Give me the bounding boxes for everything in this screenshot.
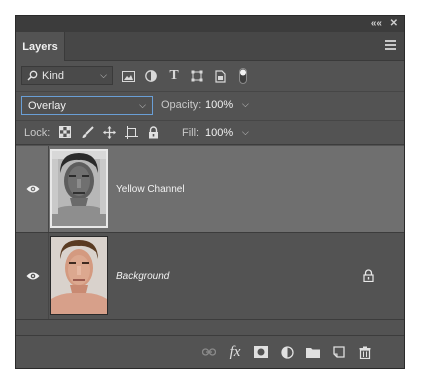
- panel-menu-icon[interactable]: [385, 40, 396, 52]
- eye-icon[interactable]: [26, 270, 40, 282]
- layer-name[interactable]: Background: [116, 271, 169, 282]
- lock-all-icon[interactable]: [145, 124, 161, 140]
- layers-panel: «« ✕ Layers Kind ⌵ T Overlay ⌵ Opacity: …: [15, 15, 405, 369]
- divider: [48, 146, 49, 232]
- divider: [16, 91, 404, 92]
- lock-transparent-pixels-icon[interactable]: [57, 124, 73, 140]
- panel-tab-row: Layers: [16, 32, 404, 61]
- new-group-icon[interactable]: [305, 344, 321, 360]
- fill-label: Fill:: [182, 127, 200, 139]
- opacity-chevron-icon[interactable]: ⌵: [242, 99, 249, 110]
- layer-row-background[interactable]: Background: [16, 233, 404, 320]
- lock-icons: [57, 124, 161, 140]
- lock-image-pixels-icon[interactable]: [79, 124, 95, 140]
- new-adjustment-icon[interactable]: [279, 344, 295, 360]
- lock-label: Lock:: [24, 127, 51, 139]
- blend-mode-value: Overlay: [28, 99, 66, 112]
- bottom-icons: fx: [201, 344, 373, 360]
- layer-name[interactable]: Yellow Channel: [116, 184, 185, 195]
- fx-icon[interactable]: fx: [227, 344, 243, 360]
- filter-icons: T: [120, 68, 251, 84]
- fill-chevron-icon[interactable]: ⌵: [242, 127, 249, 138]
- kind-filter-select[interactable]: Kind ⌵: [21, 66, 113, 85]
- close-icon[interactable]: ✕: [390, 18, 398, 29]
- layers-bottom-toolbar: fx: [16, 335, 404, 368]
- fx-label: fx: [229, 343, 241, 360]
- add-mask-icon[interactable]: [253, 344, 269, 360]
- kind-filter-label: Kind: [42, 69, 65, 82]
- delete-layer-icon[interactable]: [357, 344, 373, 360]
- shape-filter-icon[interactable]: [189, 68, 205, 84]
- opacity-label: Opacity:: [161, 99, 202, 111]
- divider: [16, 120, 404, 121]
- new-layer-icon[interactable]: [331, 344, 347, 360]
- divider: [16, 144, 404, 145]
- image-filter-icon[interactable]: [120, 68, 136, 84]
- type-filter-icon[interactable]: T: [166, 68, 182, 84]
- lock-artboard-icon[interactable]: [123, 124, 139, 140]
- smart-object-filter-icon[interactable]: [212, 68, 228, 84]
- search-icon: [27, 70, 38, 81]
- chevron-down-icon: ⌵: [100, 70, 107, 80]
- divider: [48, 233, 49, 319]
- lock-icon[interactable]: [363, 269, 374, 282]
- adjustment-filter-icon[interactable]: [143, 68, 159, 84]
- filter-toggle-icon[interactable]: [235, 68, 251, 84]
- chevron-down-icon: ⌵: [139, 100, 146, 110]
- lock-position-icon[interactable]: [101, 124, 117, 140]
- layer-thumbnail[interactable]: [50, 236, 108, 315]
- tab-layers[interactable]: Layers: [16, 32, 65, 61]
- fill-input[interactable]: 100%: [205, 127, 233, 139]
- panel-title-bar: «« ✕: [16, 16, 404, 32]
- layer-thumbnail[interactable]: [50, 149, 108, 228]
- blend-mode-select[interactable]: Overlay ⌵: [21, 96, 153, 115]
- opacity-input[interactable]: 100%: [205, 99, 233, 111]
- eye-icon[interactable]: [26, 183, 40, 195]
- collapse-icon[interactable]: ««: [371, 18, 382, 29]
- link-layers-icon[interactable]: [201, 344, 217, 360]
- layer-row-yellow-channel[interactable]: Yellow Channel: [16, 146, 404, 233]
